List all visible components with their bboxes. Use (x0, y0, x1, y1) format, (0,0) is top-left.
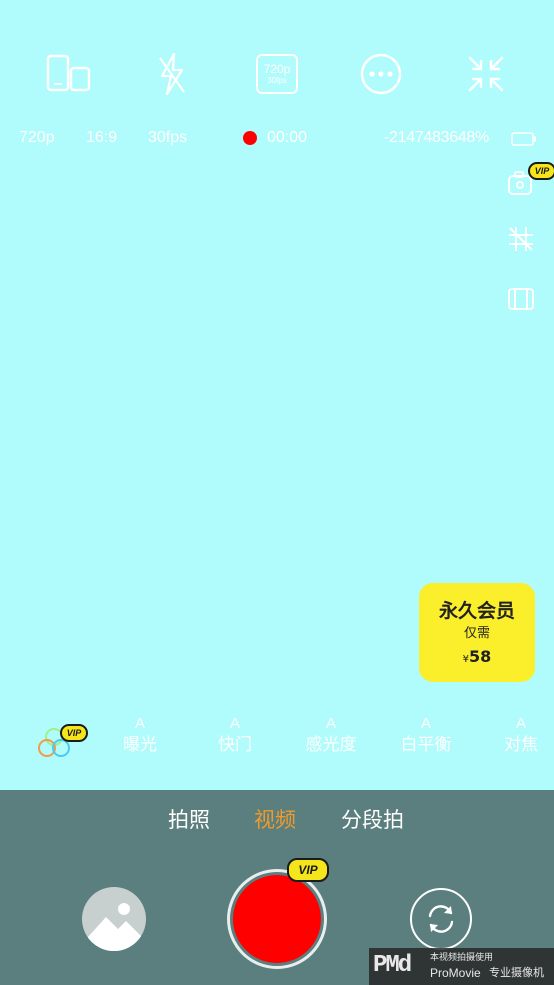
param-white-balance-label: 白平衡 (400, 735, 452, 755)
param-white-balance[interactable]: A 白平衡 (386, 716, 466, 756)
record-timer: 00:00 (267, 129, 308, 146)
promo-price-line: ¥58 (419, 646, 535, 671)
filter-vip-badge: VIP (60, 724, 88, 742)
status-aspect-ratio: 16:9 (86, 129, 118, 146)
grid-off-icon[interactable] (506, 224, 536, 254)
param-iso-mode: A (325, 715, 336, 732)
lifetime-vip-promo[interactable]: 永久会员 仅需 ¥58 (419, 583, 535, 682)
device-orientation-icon[interactable] (44, 50, 92, 98)
record-button[interactable] (227, 869, 327, 969)
battery-level: -2147483648% (384, 129, 489, 146)
watermark-app-desc: 专业摄像机 (489, 966, 544, 979)
watermark-logo: PMd (373, 952, 412, 979)
param-exposure-label: 曝光 (123, 735, 157, 755)
record-vip-label: VIP (298, 863, 318, 877)
side-vip-label: VIP (534, 166, 550, 176)
frame-guide-icon[interactable] (506, 284, 536, 314)
param-focus-label: 对焦 (504, 735, 538, 755)
param-shutter[interactable]: A 快门 (195, 716, 275, 756)
param-white-balance-mode: A (420, 715, 431, 732)
mode-video[interactable]: 视频 (254, 806, 296, 834)
watermark-app-name: ProMovie (430, 966, 481, 980)
resolution-settings-icon[interactable]: 720p 30fps (253, 50, 301, 98)
status-resolution: 720p (19, 129, 55, 146)
promo-price: 58 (469, 647, 492, 666)
record-indicator-icon (243, 131, 257, 145)
param-shutter-mode: A (229, 715, 240, 732)
resolution-icon-subtext: 30fps (267, 75, 287, 85)
minimize-icon[interactable] (462, 50, 510, 98)
param-iso[interactable]: A 感光度 (291, 716, 371, 756)
mode-segment[interactable]: 分段拍 (341, 806, 404, 834)
promovie-watermark: PMd 本视频拍摄使用 ProMovie 专业摄像机 (369, 948, 554, 985)
resolution-icon-text: 720p (263, 61, 291, 76)
flash-off-icon[interactable] (148, 50, 196, 98)
watermark-line1: 本视频拍摄使用 (430, 953, 494, 963)
promo-title: 永久会员 (438, 600, 515, 622)
more-options-icon[interactable] (357, 50, 405, 98)
param-exposure[interactable]: A 曝光 (100, 716, 180, 756)
param-focus[interactable]: A 对焦 (481, 716, 554, 756)
status-framerate: 30fps (148, 129, 188, 146)
promo-subtitle: 仅需 (463, 626, 490, 641)
record-vip-badge: VIP (287, 858, 329, 882)
mode-photo[interactable]: 拍照 (168, 806, 210, 834)
record-button-core (233, 875, 321, 963)
filter-vip-label: VIP (66, 728, 82, 738)
param-focus-mode: A (515, 715, 526, 732)
param-exposure-mode: A (134, 715, 145, 732)
gallery-button[interactable] (82, 887, 146, 951)
param-shutter-label: 快门 (218, 735, 252, 755)
switch-camera-button[interactable] (410, 888, 472, 950)
gallery-image-icon (88, 903, 142, 951)
param-iso-label: 感光度 (305, 735, 357, 755)
switch-camera-icon (428, 905, 454, 933)
battery-icon (511, 131, 536, 146)
side-vip-badge: VIP (528, 162, 554, 180)
